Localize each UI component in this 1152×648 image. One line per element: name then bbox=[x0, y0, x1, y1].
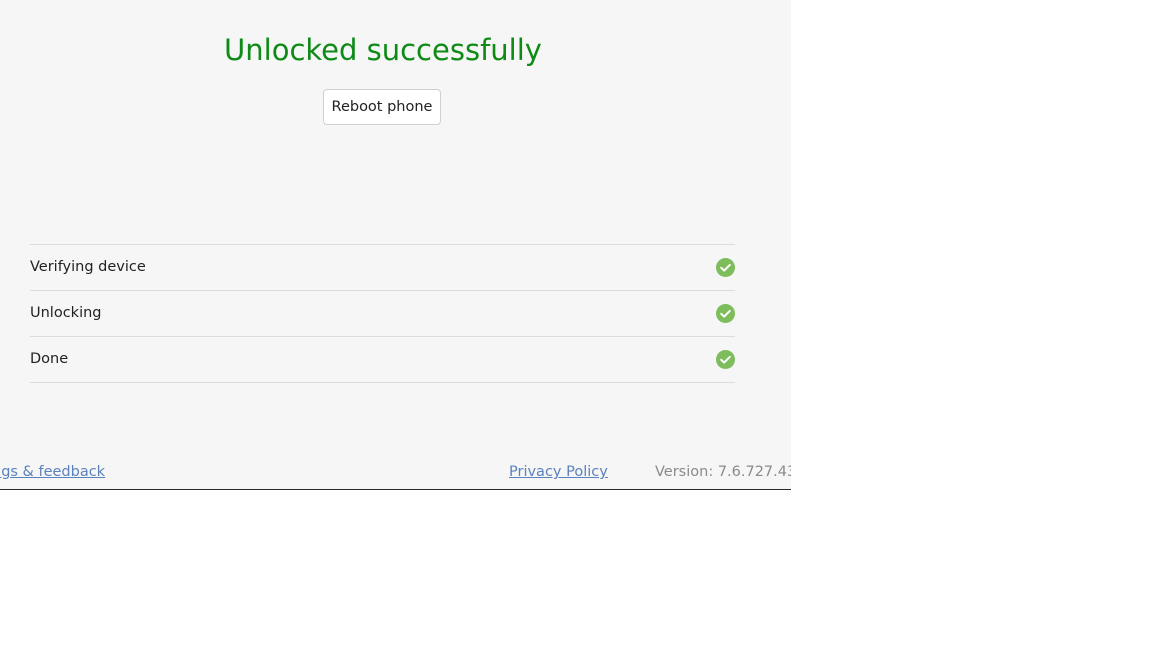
progress-steps-list: Verifying device Unlocking Done bbox=[30, 244, 735, 383]
step-label: Done bbox=[30, 351, 69, 367]
version-label: Version: 7.6.727.43 bbox=[655, 464, 791, 480]
check-circle-icon bbox=[716, 304, 735, 323]
step-row-done: Done bbox=[30, 337, 735, 383]
step-row-verifying-device: Verifying device bbox=[30, 245, 735, 291]
status-title: Unlocked successfully bbox=[224, 33, 542, 67]
step-label: Unlocking bbox=[30, 305, 102, 321]
step-row-unlocking: Unlocking bbox=[30, 291, 735, 337]
privacy-policy-link[interactable]: Privacy Policy bbox=[509, 464, 608, 480]
check-circle-icon bbox=[716, 350, 735, 369]
bugs-feedback-link[interactable]: ugs & feedback bbox=[0, 464, 105, 480]
reboot-phone-button[interactable]: Reboot phone bbox=[323, 89, 441, 125]
unlock-tool-window: Unlocked successfully Reboot phone Verif… bbox=[0, 0, 791, 490]
step-label: Verifying device bbox=[30, 259, 146, 275]
check-circle-icon bbox=[716, 258, 735, 277]
